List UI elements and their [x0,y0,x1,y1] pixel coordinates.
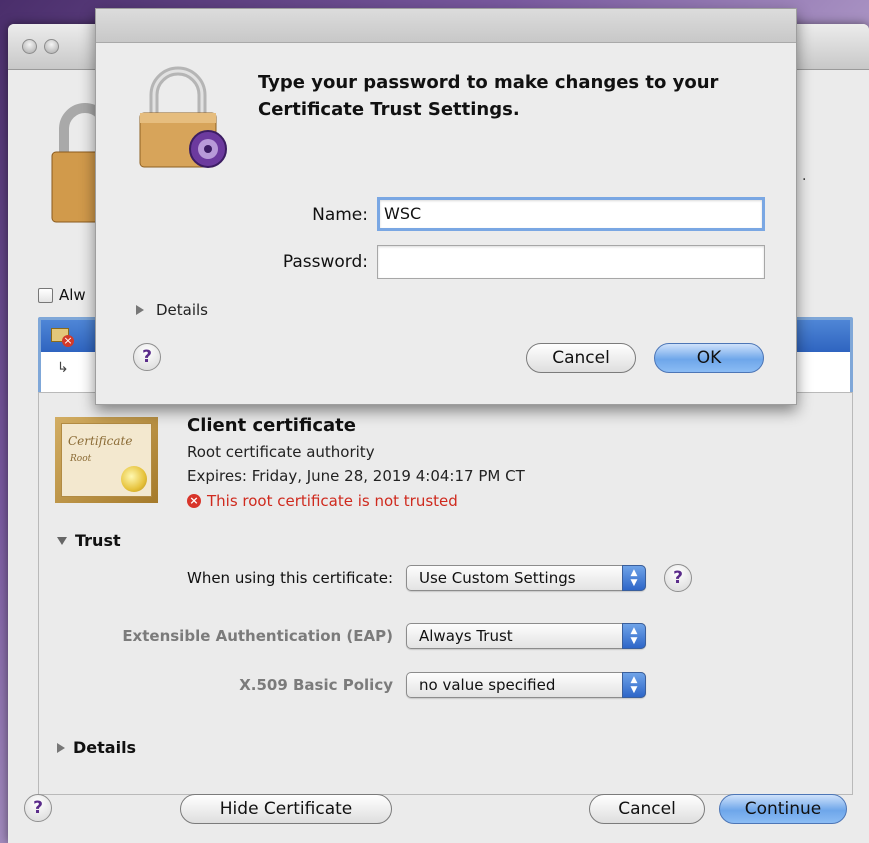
certificate-type: Root certificate authority [187,443,375,461]
truncated-text-dot: . [802,168,807,184]
popup-stepper-icon: ▲ ▼ [622,623,646,649]
certificate-image-paper: Certificate Root [61,423,152,497]
untrusted-certificate-icon [51,328,74,347]
certificate-warning: × This root certificate is not trusted [187,492,458,510]
sheet-details-label: Details [156,301,209,319]
sheet-message: Type your password to make changes to yo… [258,72,719,120]
child-arrow-icon: ↳ [57,360,69,376]
certificate-details-panel: Certificate Root Client certificate Root… [38,392,853,795]
x509-value: no value specified [419,676,556,694]
details-section-toggle[interactable]: Details [57,738,136,757]
minimize-window-button[interactable] [44,39,59,54]
certificate-image-text: Certificate [68,434,133,448]
certificate-image-subtext: Root [70,454,92,464]
certificate-image: Certificate Root [55,417,158,503]
sheet-ok-button[interactable]: OK [654,343,764,373]
name-label: Name: [312,205,368,225]
eap-value: Always Trust [419,627,513,645]
always-trust-checkbox[interactable] [38,287,53,303]
cancel-button[interactable]: Cancel [589,794,705,824]
always-trust-row[interactable]: Alw [38,286,86,304]
disclosure-closed-icon [57,742,65,753]
password-label: Password: [282,252,368,272]
eap-label: Extensible Authentication (EAP) [122,627,393,645]
disclosure-closed-icon [136,305,144,315]
popup-stepper-icon: ▲ ▼ [622,672,646,698]
hide-certificate-button[interactable]: Hide Certificate [180,794,392,824]
sheet-help-button[interactable]: ? [133,343,161,371]
trust-help-button[interactable]: ? [664,564,692,592]
trust-section-toggle[interactable]: Trust [57,531,121,550]
window-help-button[interactable]: ? [24,794,52,822]
sheet-details-toggle[interactable]: Details [136,301,208,319]
lock-icon [139,66,227,168]
certificate-name: Client certificate [187,415,356,436]
x509-label: X.509 Basic Policy [239,676,393,694]
close-window-button[interactable] [22,39,37,54]
when-using-value: Use Custom Settings [419,569,576,587]
when-using-label: When using this certificate: [186,569,393,587]
continue-button[interactable]: Continue [719,794,847,824]
name-field[interactable]: WSC [377,197,765,231]
always-trust-label: Alw [59,286,86,304]
sheet-header-strip [96,9,796,43]
password-sheet: Type your password to make changes to yo… [95,8,797,405]
certificate-warning-text: This root certificate is not trusted [207,492,458,510]
certificate-expiry: Expires: Friday, June 28, 2019 4:04:17 P… [187,467,525,485]
details-section-label: Details [73,738,137,757]
popup-stepper-icon: ▲ ▼ [622,565,646,591]
password-field[interactable] [377,245,765,279]
certificate-seal-icon [121,466,147,492]
eap-popup[interactable]: Always Trust ▲ ▼ [406,623,646,649]
disclosure-open-icon [57,536,67,545]
sheet-cancel-button[interactable]: Cancel [526,343,636,373]
x509-popup[interactable]: no value specified ▲ ▼ [406,672,646,698]
error-icon: × [187,494,201,508]
trust-section-label: Trust [75,531,121,550]
when-using-popup[interactable]: Use Custom Settings ▲ ▼ [406,565,646,591]
